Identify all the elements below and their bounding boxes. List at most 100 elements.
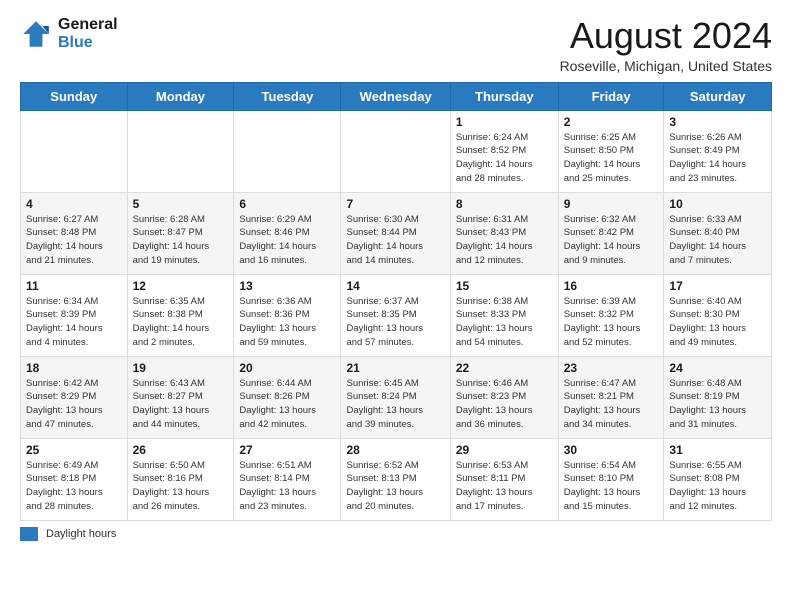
calendar: Sunday Monday Tuesday Wednesday Thursday…: [20, 82, 772, 521]
calendar-cell: 7Sunrise: 6:30 AM Sunset: 8:44 PM Daylig…: [341, 192, 450, 274]
col-friday: Friday: [558, 82, 664, 110]
day-info: Sunrise: 6:51 AM Sunset: 8:14 PM Dayligh…: [239, 459, 335, 514]
day-number: 10: [669, 197, 766, 211]
calendar-cell: 23 Sunrise: 6:47 AM Sunset: 8:21 PM Dayli…: [558, 356, 664, 438]
calendar-cell: 25 Sunrise: 6:49 AM Sunset: 8:18 PM Dayli…: [21, 438, 128, 520]
calendar-cell: 8 Sunrise: 6:31 AM Sunset: 8:43 PM Daylig…: [450, 192, 558, 274]
day-info: Sunrise: 6:52 AM Sunset: 8:13 PM Dayligh…: [346, 459, 444, 514]
calendar-cell: [21, 110, 128, 192]
calendar-cell: 20 Sunrise: 6:44 AM Sunset: 8:26 PM Dayli…: [234, 356, 341, 438]
day-info: Sunrise: 6:48 AM Sunset: 8:19 PM Dayligh…: [669, 377, 766, 432]
calendar-cell: 29Sunrise: 6:53 AM Sunset: 8:11 PM Dayli…: [450, 438, 558, 520]
day-info: Sunrise: 6:28 AM Sunset: 8:47 PM Dayligh…: [133, 213, 229, 268]
day-number: 24: [669, 361, 766, 375]
page: General Blue August 2024 Roseville, Mich…: [0, 0, 792, 551]
day-number: 20: [239, 361, 335, 375]
day-info: Sunrise: 6:50 AM Sunset: 8:16 PM Dayligh…: [133, 459, 229, 514]
day-number: 25: [26, 443, 122, 457]
day-info: Sunrise: 6:34 AM Sunset: 8:39 PM Dayligh…: [26, 295, 122, 350]
day-info: Sunrise: 6:33 AM Sunset: 8:40 PM Dayligh…: [669, 213, 766, 268]
calendar-cell: 5Sunrise: 6:28 AM Sunset: 8:47 PM Daylig…: [127, 192, 234, 274]
logo: General Blue: [20, 16, 118, 52]
calendar-cell: 31Sunrise: 6:55 AM Sunset: 8:08 PM Dayli…: [664, 438, 772, 520]
calendar-cell: 19 Sunrise: 6:43 AM Sunset: 8:27 PM Dayli…: [127, 356, 234, 438]
calendar-header-row: Sunday Monday Tuesday Wednesday Thursday…: [21, 82, 772, 110]
col-thursday: Thursday: [450, 82, 558, 110]
day-info: Sunrise: 6:32 AM Sunset: 8:42 PM Dayligh…: [564, 213, 659, 268]
calendar-cell: 10 Sunrise: 6:33 AM Sunset: 8:40 PM Dayli…: [664, 192, 772, 274]
day-info: Sunrise: 6:54 AM Sunset: 8:10 PM Dayligh…: [564, 459, 659, 514]
day-number: 17: [669, 279, 766, 293]
calendar-cell: 12 Sunrise: 6:35 AM Sunset: 8:38 PM Dayli…: [127, 274, 234, 356]
day-number: 28: [346, 443, 444, 457]
calendar-cell: [127, 110, 234, 192]
day-number: 3: [669, 115, 766, 129]
day-info: Sunrise: 6:31 AM Sunset: 8:43 PM Dayligh…: [456, 213, 553, 268]
logo-icon: [20, 18, 52, 50]
day-number: 9: [564, 197, 659, 211]
day-info: Sunrise: 6:42 AM Sunset: 8:29 PM Dayligh…: [26, 377, 122, 432]
calendar-cell: 30 Sunrise: 6:54 AM Sunset: 8:10 PM Dayli…: [558, 438, 664, 520]
day-info: Sunrise: 6:38 AM Sunset: 8:33 PM Dayligh…: [456, 295, 553, 350]
calendar-cell: 26Sunrise: 6:50 AM Sunset: 8:16 PM Dayli…: [127, 438, 234, 520]
day-number: 18: [26, 361, 122, 375]
col-monday: Monday: [127, 82, 234, 110]
calendar-cell: 22Sunrise: 6:46 AM Sunset: 8:23 PM Dayli…: [450, 356, 558, 438]
day-info: Sunrise: 6:46 AM Sunset: 8:23 PM Dayligh…: [456, 377, 553, 432]
day-number: 30: [564, 443, 659, 457]
day-info: Sunrise: 6:43 AM Sunset: 8:27 PM Dayligh…: [133, 377, 229, 432]
calendar-cell: 2Sunrise: 6:25 AM Sunset: 8:50 PM Daylig…: [558, 110, 664, 192]
day-info: Sunrise: 6:40 AM Sunset: 8:30 PM Dayligh…: [669, 295, 766, 350]
col-sunday: Sunday: [21, 82, 128, 110]
day-info: Sunrise: 6:45 AM Sunset: 8:24 PM Dayligh…: [346, 377, 444, 432]
header: General Blue August 2024 Roseville, Mich…: [20, 16, 772, 74]
calendar-cell: 9 Sunrise: 6:32 AM Sunset: 8:42 PM Daylig…: [558, 192, 664, 274]
day-number: 8: [456, 197, 553, 211]
day-number: 15: [456, 279, 553, 293]
day-info: Sunrise: 6:44 AM Sunset: 8:26 PM Dayligh…: [239, 377, 335, 432]
day-info: Sunrise: 6:29 AM Sunset: 8:46 PM Dayligh…: [239, 213, 335, 268]
day-info: Sunrise: 6:37 AM Sunset: 8:35 PM Dayligh…: [346, 295, 444, 350]
day-number: 14: [346, 279, 444, 293]
col-wednesday: Wednesday: [341, 82, 450, 110]
day-number: 7: [346, 197, 444, 211]
calendar-cell: 16Sunrise: 6:39 AM Sunset: 8:32 PM Dayli…: [558, 274, 664, 356]
calendar-cell: 6 Sunrise: 6:29 AM Sunset: 8:46 PM Daylig…: [234, 192, 341, 274]
calendar-week-2: 4Sunrise: 6:27 AM Sunset: 8:48 PM Daylig…: [21, 192, 772, 274]
day-info: Sunrise: 6:25 AM Sunset: 8:50 PM Dayligh…: [564, 131, 659, 186]
calendar-cell: 14 Sunrise: 6:37 AM Sunset: 8:35 PM Dayli…: [341, 274, 450, 356]
day-number: 19: [133, 361, 229, 375]
calendar-week-3: 11Sunrise: 6:34 AM Sunset: 8:39 PM Dayli…: [21, 274, 772, 356]
main-title: August 2024: [560, 16, 772, 56]
day-number: 31: [669, 443, 766, 457]
calendar-week-4: 18 Sunrise: 6:42 AM Sunset: 8:29 PM Dayli…: [21, 356, 772, 438]
footer: Daylight hours: [20, 527, 772, 541]
calendar-cell: 28 Sunrise: 6:52 AM Sunset: 8:13 PM Dayli…: [341, 438, 450, 520]
calendar-week-5: 25 Sunrise: 6:49 AM Sunset: 8:18 PM Dayli…: [21, 438, 772, 520]
day-info: Sunrise: 6:49 AM Sunset: 8:18 PM Dayligh…: [26, 459, 122, 514]
calendar-cell: 15 Sunrise: 6:38 AM Sunset: 8:33 PM Dayli…: [450, 274, 558, 356]
subtitle: Roseville, Michigan, United States: [560, 58, 772, 74]
calendar-cell: 24 Sunrise: 6:48 AM Sunset: 8:19 PM Dayli…: [664, 356, 772, 438]
day-number: 1: [456, 115, 553, 129]
legend-label: Daylight hours: [46, 528, 116, 540]
calendar-cell: 4Sunrise: 6:27 AM Sunset: 8:48 PM Daylig…: [21, 192, 128, 274]
calendar-week-1: 1 Sunrise: 6:24 AM Sunset: 8:52 PM Daylig…: [21, 110, 772, 192]
calendar-cell: [234, 110, 341, 192]
day-number: 12: [133, 279, 229, 293]
legend-color-box: [20, 527, 38, 541]
day-info: Sunrise: 6:26 AM Sunset: 8:49 PM Dayligh…: [669, 131, 766, 186]
calendar-cell: 18 Sunrise: 6:42 AM Sunset: 8:29 PM Dayli…: [21, 356, 128, 438]
calendar-cell: 11Sunrise: 6:34 AM Sunset: 8:39 PM Dayli…: [21, 274, 128, 356]
day-info: Sunrise: 6:35 AM Sunset: 8:38 PM Dayligh…: [133, 295, 229, 350]
day-info: Sunrise: 6:27 AM Sunset: 8:48 PM Dayligh…: [26, 213, 122, 268]
calendar-cell: 21Sunrise: 6:45 AM Sunset: 8:24 PM Dayli…: [341, 356, 450, 438]
col-saturday: Saturday: [664, 82, 772, 110]
day-info: Sunrise: 6:39 AM Sunset: 8:32 PM Dayligh…: [564, 295, 659, 350]
col-tuesday: Tuesday: [234, 82, 341, 110]
calendar-cell: 27Sunrise: 6:51 AM Sunset: 8:14 PM Dayli…: [234, 438, 341, 520]
day-info: Sunrise: 6:47 AM Sunset: 8:21 PM Dayligh…: [564, 377, 659, 432]
day-number: 23: [564, 361, 659, 375]
day-number: 6: [239, 197, 335, 211]
day-info: Sunrise: 6:24 AM Sunset: 8:52 PM Dayligh…: [456, 131, 553, 186]
